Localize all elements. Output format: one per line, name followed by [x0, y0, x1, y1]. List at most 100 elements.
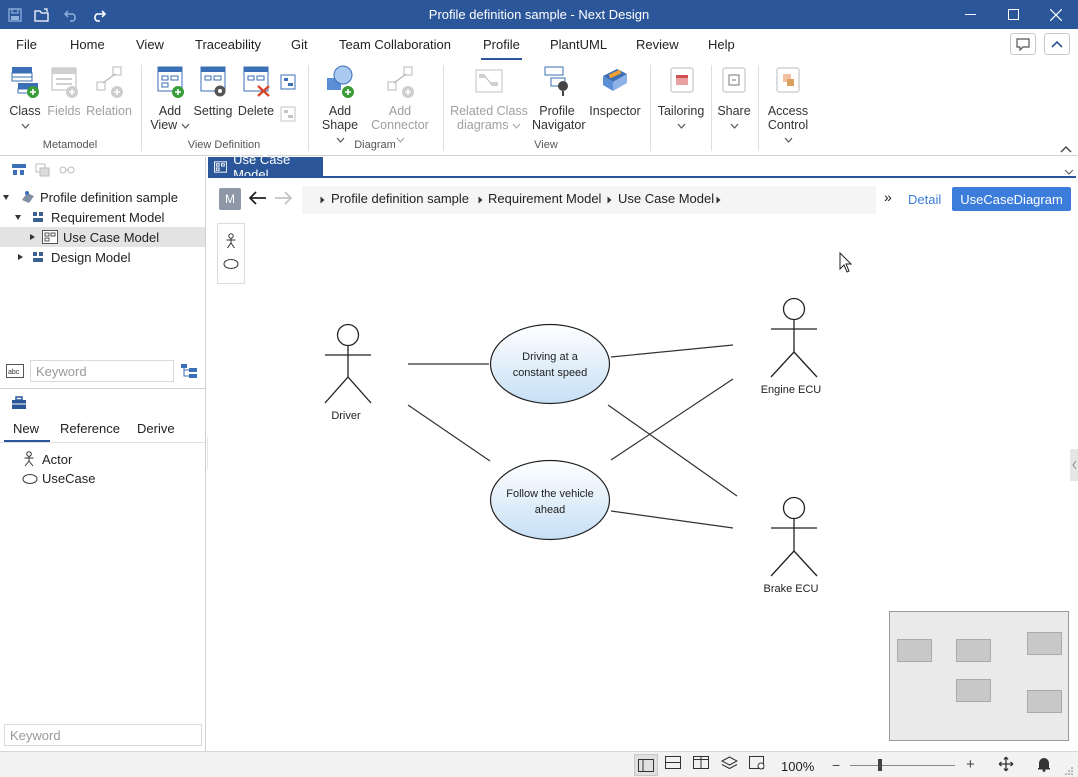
profile-navigator-button[interactable]: Profile Navigator — [532, 64, 586, 132]
delete-button[interactable]: Delete — [236, 64, 276, 118]
tree-item-requirement-model[interactable]: Requirement Model — [0, 207, 205, 227]
layout-vertical-icon[interactable] — [693, 756, 709, 772]
layout-horizontal-icon[interactable] — [665, 756, 681, 772]
toolbox-search-input[interactable]: Keyword — [4, 724, 202, 746]
tree-view-icon[interactable] — [11, 163, 27, 180]
relation-label: Relation — [86, 104, 132, 118]
tailoring-icon — [670, 67, 694, 93]
actor-brake-ecu[interactable] — [770, 496, 818, 577]
tab-view[interactable]: View — [136, 37, 164, 52]
diagram-icon — [214, 161, 228, 173]
mouse-cursor-icon — [839, 251, 853, 273]
filter-tree-icon[interactable] — [180, 363, 198, 382]
text-search-icon[interactable]: abc — [6, 364, 24, 381]
ribbon-tabs: File Home View Traceability Git Team Col… — [0, 29, 1078, 61]
add-connector-button[interactable]: Add Connector — [366, 64, 434, 146]
zoom-slider-thumb[interactable] — [878, 759, 882, 771]
comment-button[interactable] — [1010, 33, 1036, 55]
zoom-level: 100% — [781, 759, 815, 774]
access-label-2: Control — [767, 118, 809, 132]
tab-help[interactable]: Help — [708, 37, 735, 52]
editor-tab-use-case-model[interactable]: Use Case Model — [208, 152, 323, 182]
close-button[interactable] — [1034, 0, 1078, 29]
tree-item-design-model[interactable]: Design Model — [0, 247, 205, 267]
add-view-button[interactable]: Add View — [150, 64, 190, 132]
toolbox-tab-derive[interactable]: Derive — [137, 421, 175, 436]
toolbox-tab-reference[interactable]: Reference — [60, 421, 120, 436]
tab-traceability[interactable]: Traceability — [195, 37, 261, 52]
association-driver-follow[interactable] — [407, 404, 491, 462]
tab-file[interactable]: File — [16, 37, 37, 52]
tree-item-root[interactable]: Profile definition sample — [0, 187, 205, 207]
diagram-canvas[interactable]: M Profile definition sample Requirement … — [208, 178, 1078, 750]
association-follow-brake[interactable] — [610, 510, 734, 529]
add-shape-label-1: Add — [328, 104, 352, 118]
add-view-label-2: View — [150, 118, 178, 132]
toolbox-tab-new[interactable]: New — [13, 421, 39, 436]
zoom-in-icon[interactable]: + — [966, 756, 975, 773]
toolbox-item-usecase[interactable]: UseCase — [22, 471, 95, 486]
tab-profile[interactable]: Profile — [481, 37, 522, 60]
tab-team-collaboration[interactable]: Team Collaboration — [339, 37, 451, 52]
tree-search-input[interactable]: Keyword — [30, 360, 174, 382]
class-button[interactable]: Class — [6, 64, 44, 132]
tree-item-use-case-model[interactable]: Use Case Model — [0, 227, 205, 247]
toolbox-item-actor[interactable]: Actor — [22, 451, 72, 467]
access-label-1: Access — [767, 104, 809, 118]
hierarchy-icon[interactable] — [35, 163, 51, 180]
toolbox-icon — [11, 396, 27, 413]
add-view-label-1: Add — [158, 104, 182, 118]
related-class-diagrams-button[interactable]: Related Class diagrams — [450, 64, 528, 132]
tab-review[interactable]: Review — [636, 37, 679, 52]
resize-grip-icon[interactable] — [1064, 764, 1074, 777]
tab-git[interactable]: Git — [291, 37, 308, 52]
inspector-button[interactable]: Inspector — [588, 64, 642, 118]
tree-usecase-label: Use Case Model — [63, 229, 160, 245]
tab-plantuml[interactable]: PlantUML — [550, 37, 607, 52]
relation-button[interactable]: Relation — [86, 64, 132, 118]
window-title: Profile definition sample - Next Design — [428, 7, 650, 22]
model-package-icon — [33, 252, 43, 262]
add-shape-label-2: Shape — [321, 118, 359, 132]
minimize-button[interactable] — [948, 0, 992, 29]
zoom-out-icon[interactable]: − — [832, 757, 840, 773]
association-driving-engine[interactable] — [610, 344, 734, 358]
collapsed-arrow-icon[interactable] — [16, 253, 24, 261]
usecase-driving[interactable] — [489, 323, 611, 405]
layout-single-button[interactable] — [634, 754, 658, 776]
add-connector-label-2: Connector — [371, 118, 429, 132]
notification-bell-icon[interactable] — [1036, 756, 1052, 775]
layers-icon[interactable] — [720, 756, 739, 773]
actor-driver[interactable] — [324, 323, 372, 404]
chevron-down-icon — [677, 123, 685, 129]
actor-engine-ecu[interactable] — [770, 297, 818, 378]
maximize-button[interactable] — [991, 0, 1035, 29]
setting-label: Setting — [193, 104, 233, 118]
tailoring-button[interactable]: Tailoring — [656, 64, 706, 132]
share-icon — [722, 67, 746, 93]
add-shape-button[interactable]: Add Shape — [316, 64, 364, 146]
share-label: Share — [717, 104, 751, 118]
collapsed-arrow-icon[interactable] — [28, 233, 36, 241]
link-icon[interactable] — [59, 163, 75, 180]
fields-button[interactable]: Fields — [45, 64, 83, 118]
expanded-arrow-icon[interactable] — [2, 193, 10, 201]
expanded-arrow-icon[interactable] — [14, 213, 22, 221]
zoom-slider-track[interactable] — [850, 765, 955, 766]
fields-icon — [51, 67, 78, 98]
usecase-follow[interactable] — [489, 459, 611, 541]
tab-home[interactable]: Home — [70, 37, 105, 52]
small-view-button-1[interactable] — [278, 73, 298, 94]
right-splitter-handle[interactable] — [1070, 449, 1078, 481]
setting-button[interactable]: Setting — [192, 64, 234, 118]
collapse-ribbon-button[interactable] — [1044, 33, 1070, 55]
title-bar: Profile definition sample - Next Design — [0, 0, 1078, 29]
model-package-icon — [33, 212, 43, 222]
minimap[interactable] — [889, 611, 1069, 741]
access-control-button[interactable]: Access Control — [762, 64, 814, 146]
move-icon[interactable] — [998, 756, 1014, 775]
ribbon-collapse-icon[interactable] — [1060, 141, 1072, 156]
small-view-button-2[interactable] — [278, 105, 298, 126]
share-button[interactable]: Share — [715, 64, 753, 132]
fit-view-icon[interactable] — [749, 756, 766, 773]
